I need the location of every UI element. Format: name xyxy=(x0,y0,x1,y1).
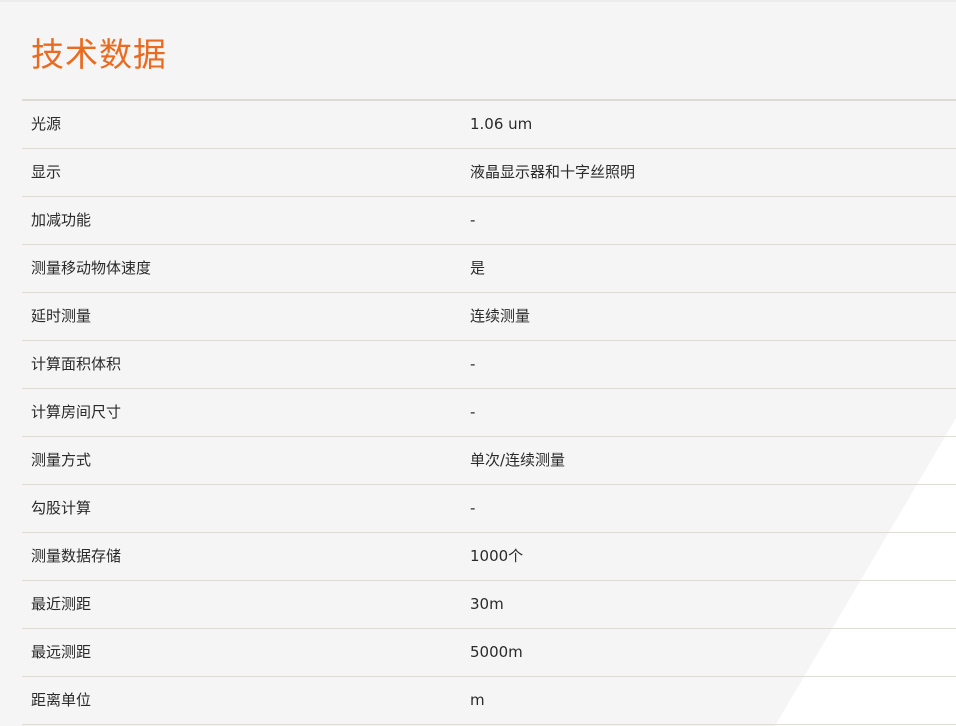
spec-value: m xyxy=(470,691,485,709)
spec-value: - xyxy=(470,499,476,517)
spec-label: 显示 xyxy=(31,163,62,181)
table-row: 计算面积体积 - xyxy=(22,341,956,389)
spec-value: - xyxy=(470,211,476,229)
spec-value: - xyxy=(470,355,476,373)
section-title: 技术数据 xyxy=(31,35,167,74)
table-row: 测量方式 单次/连续测量 xyxy=(22,437,956,485)
spec-value: 5000m xyxy=(470,643,523,661)
table-row: 最近测距 30m xyxy=(22,581,956,629)
table-row: 勾股计算 - xyxy=(22,485,956,533)
spec-table: 光源 1.06 um 显示 液晶显示器和十字丝照明 加减功能 - 测量移动物体速… xyxy=(22,99,956,725)
spec-value: - xyxy=(470,403,476,421)
table-row: 显示 液晶显示器和十字丝照明 xyxy=(22,149,956,197)
table-row: 测量数据存储 1000个 xyxy=(22,533,956,581)
table-row: 光源 1.06 um xyxy=(22,101,956,149)
spec-label: 距离单位 xyxy=(31,691,92,709)
spec-label: 最远测距 xyxy=(31,643,92,661)
spec-label: 延时测量 xyxy=(31,307,92,325)
spec-value: 连续测量 xyxy=(470,307,531,325)
spec-value: 是 xyxy=(470,259,486,277)
spec-label: 测量移动物体速度 xyxy=(31,259,152,277)
spec-label: 最近测距 xyxy=(31,595,92,613)
spec-value: 单次/连续测量 xyxy=(470,451,566,469)
table-row: 距离单位 m xyxy=(22,677,956,725)
spec-value: 1.06 um xyxy=(470,115,533,133)
spec-value: 1000个 xyxy=(470,547,524,565)
table-row: 延时测量 连续测量 xyxy=(22,293,956,341)
spec-value: 液晶显示器和十字丝照明 xyxy=(470,163,636,181)
top-divider xyxy=(0,0,956,2)
spec-label: 光源 xyxy=(31,115,62,133)
tech-data-page: 技术数据 光源 1.06 um 显示 液晶显示器和十字丝照明 加减功能 - 测量… xyxy=(0,0,956,726)
spec-label: 勾股计算 xyxy=(31,499,92,517)
spec-label: 测量方式 xyxy=(31,451,92,469)
spec-value: 30m xyxy=(470,595,504,613)
table-row: 最远测距 5000m xyxy=(22,629,956,677)
spec-label: 计算面积体积 xyxy=(31,355,122,373)
spec-label: 加减功能 xyxy=(31,211,92,229)
table-row: 加减功能 - xyxy=(22,197,956,245)
spec-label: 测量数据存储 xyxy=(31,547,122,565)
spec-label: 计算房间尺寸 xyxy=(31,403,122,421)
table-row: 计算房间尺寸 - xyxy=(22,389,956,437)
table-row: 测量移动物体速度 是 xyxy=(22,245,956,293)
